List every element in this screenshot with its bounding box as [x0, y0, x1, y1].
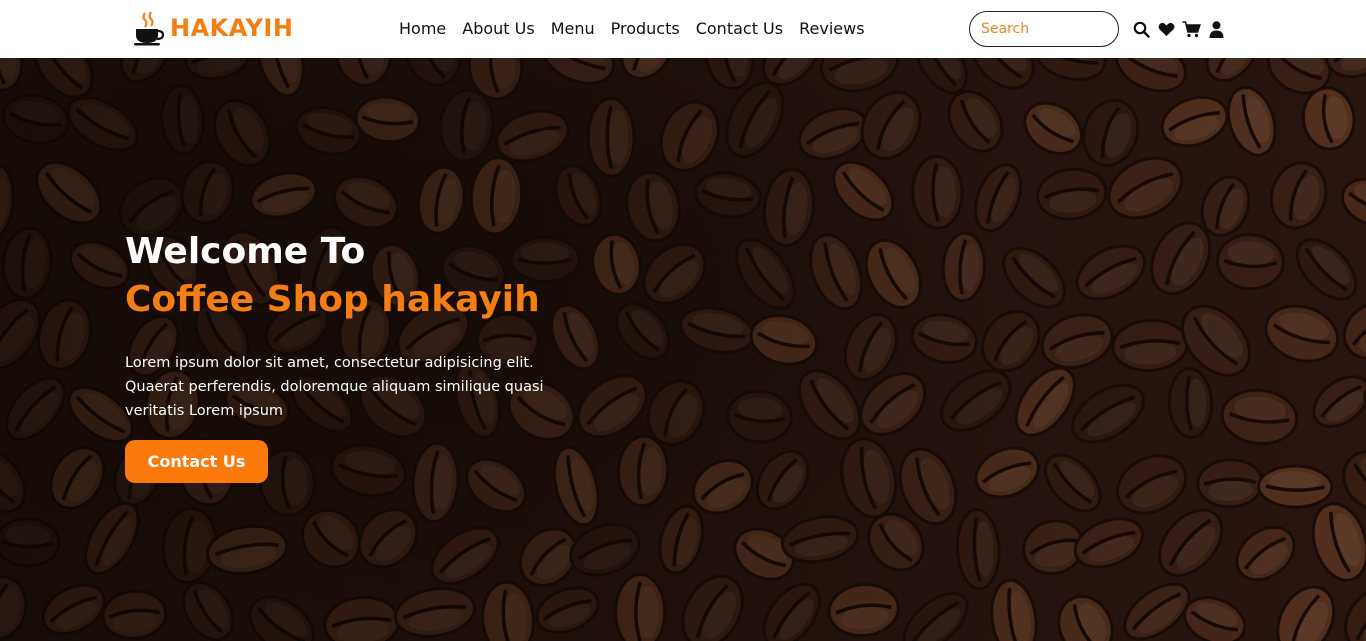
cart-icon[interactable]: [1182, 18, 1201, 40]
nav-link-products[interactable]: Products: [611, 19, 680, 38]
search-input[interactable]: [969, 11, 1119, 47]
nav-link-menu[interactable]: Menu: [551, 19, 595, 38]
heart-icon[interactable]: [1157, 18, 1176, 40]
brand-name: HAKAYIH: [170, 14, 294, 42]
hero-subtitle: Coffee Shop hakayih: [125, 279, 540, 320]
nav-link-contact-us[interactable]: Contact Us: [696, 19, 783, 38]
logo[interactable]: HAKAYIH: [132, 10, 293, 46]
hero-description: Lorem ipsum dolor sit amet, consectetur …: [125, 355, 544, 419]
hero-content: Welcome To Coffee Shop hakayih Lorem ips…: [125, 228, 565, 483]
header-icons: [1132, 18, 1226, 40]
search-icon[interactable]: [1132, 18, 1151, 40]
hero-title: Welcome To: [125, 231, 366, 272]
nav-links: Home About Us Menu Products Contact Us R…: [399, 0, 865, 58]
nav-link-reviews[interactable]: Reviews: [799, 19, 864, 38]
hero-section: Welcome To Coffee Shop hakayih Lorem ips…: [0, 58, 1366, 641]
nav-link-about-us[interactable]: About Us: [462, 19, 534, 38]
coffee-cup-icon: [134, 11, 164, 46]
user-icon[interactable]: [1207, 18, 1226, 40]
contact-us-button[interactable]: Contact Us: [125, 440, 268, 483]
nav-link-home[interactable]: Home: [399, 19, 446, 38]
navbar: HAKAYIH Home About Us Menu Products Cont…: [0, 0, 1366, 58]
